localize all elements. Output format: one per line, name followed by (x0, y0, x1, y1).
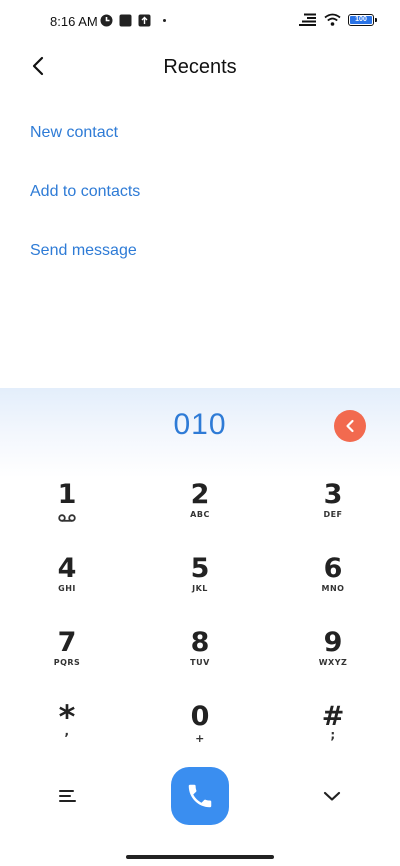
key-letters: WXYZ (318, 658, 348, 667)
key-letters: DEF (323, 510, 343, 519)
key-digit: 4 (57, 553, 77, 584)
key-3[interactable]: 3 DEF (278, 480, 388, 540)
key-0[interactable]: 0 + (145, 702, 255, 762)
battery-cap (375, 17, 377, 22)
battery-level: 100 (350, 15, 372, 24)
key-letters: , (64, 724, 70, 738)
new-contact-link[interactable]: New contact (30, 124, 118, 142)
key-letters: TUV (190, 658, 210, 667)
key-digit: 8 (190, 627, 210, 658)
menu-icon (59, 790, 76, 802)
key-letters: ABC (190, 510, 210, 519)
wifi-icon (324, 13, 341, 26)
status-time: 8:16 AM (50, 14, 98, 29)
status-notification-icons (100, 14, 166, 27)
key-digit: 5 (190, 553, 210, 584)
app-notification-icon (100, 14, 113, 27)
key-digit: 6 (323, 553, 343, 584)
key-star[interactable]: * , (12, 701, 122, 762)
signal-icon (299, 13, 316, 26)
key-digit: 9 (323, 627, 343, 658)
key-letters: GHI (58, 584, 76, 593)
key-letters: MNO (321, 584, 345, 593)
key-digit: 0 (190, 701, 210, 732)
collapse-keypad-button[interactable] (318, 784, 346, 808)
status-bar: 8:16 AM 100 (0, 0, 400, 44)
phone-icon (188, 784, 212, 808)
key-2[interactable]: 2 ABC (145, 480, 255, 540)
backspace-icon (346, 419, 354, 433)
add-to-contacts-link[interactable]: Add to contacts (30, 183, 140, 201)
key-digit: 3 (323, 479, 343, 510)
key-letters: ; (330, 728, 336, 742)
page-title: Recents (163, 56, 237, 78)
key-9[interactable]: 9 WXYZ (278, 628, 388, 688)
square-notification-icon (119, 14, 132, 27)
key-8[interactable]: 8 TUV (145, 628, 255, 688)
key-5[interactable]: 5 JKL (145, 554, 255, 614)
chevron-down-icon (323, 791, 341, 801)
key-1[interactable]: 1 (12, 480, 122, 540)
key-hash[interactable]: # ; (278, 702, 388, 762)
key-4[interactable]: 4 GHI (12, 554, 122, 614)
status-system-icons: 100 (299, 13, 377, 26)
key-7[interactable]: 7 PQRS (12, 628, 122, 688)
upload-notification-icon (138, 14, 151, 27)
key-6[interactable]: 6 MNO (278, 554, 388, 614)
send-message-link[interactable]: Send message (30, 242, 137, 260)
battery-icon: 100 (348, 13, 377, 26)
voicemail-icon (58, 514, 76, 522)
key-digit: 2 (190, 479, 210, 510)
key-digit: 1 (57, 479, 77, 510)
key-letters: PQRS (53, 658, 81, 667)
key-digit: 7 (57, 627, 77, 658)
more-notifications-dot (163, 19, 166, 22)
delete-digit-button[interactable] (334, 410, 366, 442)
menu-button[interactable] (54, 784, 82, 808)
home-indicator[interactable] (126, 855, 274, 859)
key-letters: JKL (192, 584, 208, 593)
key-letters: + (195, 732, 205, 745)
call-button[interactable] (171, 767, 229, 825)
